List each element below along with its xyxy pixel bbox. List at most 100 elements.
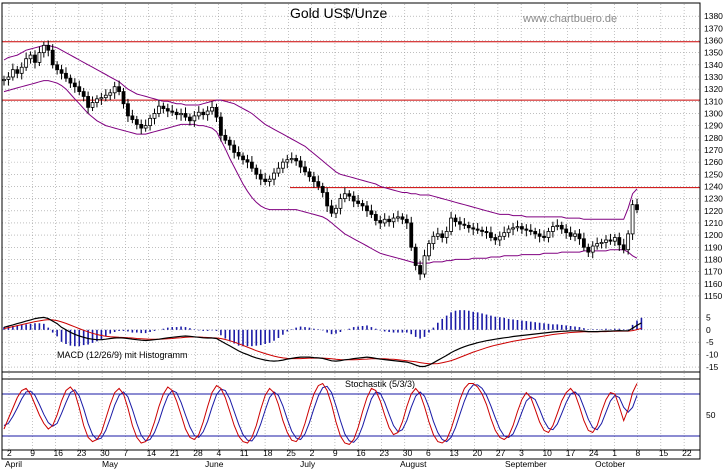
candle-body — [533, 231, 538, 235]
candle-body — [196, 111, 201, 117]
candle-body — [134, 119, 139, 125]
candle-body — [550, 226, 555, 232]
x-month-label: September — [505, 459, 547, 469]
candle-body — [338, 198, 343, 209]
x-day-label: 21 — [170, 448, 180, 458]
candle-body — [276, 167, 281, 174]
candle-body — [179, 113, 183, 116]
candle-body — [59, 69, 64, 74]
price-tick-label: 1180 — [704, 254, 723, 264]
candle-body — [489, 232, 493, 238]
price-tick-label: 1230 — [704, 194, 723, 204]
candle-body — [409, 222, 414, 248]
candle-body — [6, 76, 11, 80]
x-day-label: 8 — [636, 448, 641, 458]
price-tick-label: 1360 — [704, 35, 723, 45]
price-tick-label: 1370 — [704, 23, 723, 33]
candle-body — [210, 106, 214, 112]
candle-body — [205, 110, 210, 116]
candle-body — [621, 244, 626, 251]
price-tick-label: 1200 — [704, 230, 723, 240]
price-tick-label: 1170 — [704, 267, 723, 277]
x-day-label: 15 — [659, 448, 669, 458]
candle-body — [165, 108, 170, 112]
candle-body — [462, 223, 467, 226]
candle-body — [263, 178, 268, 182]
candle-body — [449, 217, 453, 232]
candle-body — [568, 232, 573, 237]
candle-body — [311, 176, 316, 182]
price-tick-label: 1190 — [704, 242, 723, 252]
candle-body — [103, 94, 108, 99]
chart-title: Gold US$/Unze — [290, 5, 387, 21]
price-tick-label: 1240 — [704, 181, 723, 191]
candle-body — [81, 91, 86, 97]
candle-body — [515, 226, 520, 229]
candle-body — [360, 203, 365, 207]
x-day-label: 9 — [333, 448, 338, 458]
candle-body — [422, 255, 427, 275]
candle-body — [365, 205, 369, 212]
candle-body — [329, 205, 334, 214]
price-tick-label: 1330 — [704, 72, 723, 82]
candle-body — [506, 228, 511, 234]
candle-body — [391, 217, 396, 223]
candle-body — [294, 158, 299, 162]
x-day-label: 7 — [123, 448, 128, 458]
candle-body — [227, 139, 232, 146]
x-month-label: July — [300, 459, 316, 469]
candle-body — [440, 233, 445, 238]
candle-body — [493, 237, 498, 241]
candle-body — [612, 237, 617, 242]
candle-body — [37, 52, 42, 63]
candle-body — [219, 116, 223, 136]
x-day-label: 22 — [682, 448, 692, 458]
candle-body — [590, 245, 595, 253]
candle-body — [214, 106, 219, 118]
candle-body — [413, 246, 418, 266]
candle-body — [307, 171, 312, 178]
candle-body — [77, 86, 82, 92]
price-tick-label: 1270 — [704, 145, 723, 155]
x-day-label: 28 — [193, 448, 203, 458]
macd-label: MACD (12/26/9) mit Histogramm — [57, 350, 188, 360]
candle-body — [435, 233, 440, 237]
candle-body — [396, 216, 400, 219]
x-month-label: April — [5, 459, 22, 469]
x-day-label: 10 — [542, 448, 552, 458]
watermark: www.chartbuero.de — [522, 13, 617, 25]
candle-body — [28, 54, 33, 60]
candle-body — [72, 82, 77, 88]
candle-body — [2, 79, 6, 82]
gold-chart: 1150116011701180119012001210122012301240… — [0, 0, 723, 469]
candle-body — [626, 233, 631, 251]
candle-body — [90, 102, 95, 108]
candle-body — [555, 224, 560, 227]
candle-body — [542, 235, 546, 238]
candle-body — [400, 216, 405, 220]
candle-body — [431, 235, 436, 245]
price-tick-label: 1310 — [704, 96, 723, 106]
price-tick-label: 1160 — [704, 279, 723, 289]
candle-body — [617, 237, 622, 246]
candle-body — [586, 246, 591, 253]
candle-body — [573, 233, 577, 237]
candle-body — [497, 235, 502, 241]
candle-body — [599, 241, 604, 245]
candle-body — [121, 91, 126, 105]
candle-body — [126, 103, 130, 117]
price-tick-label: 1290 — [704, 121, 723, 131]
candle-body — [108, 92, 113, 96]
x-day-label: 13 — [449, 448, 459, 458]
candle-body — [581, 238, 586, 248]
candle-body — [316, 181, 321, 187]
price-tick-label: 1300 — [704, 108, 723, 118]
candle-body — [254, 167, 259, 175]
candle-body — [95, 98, 99, 103]
candle-body — [511, 227, 515, 230]
x-month-label: October — [595, 459, 625, 469]
x-month-label: August — [400, 459, 427, 469]
x-day-label: 20 — [473, 448, 483, 458]
x-day-label: 4 — [217, 448, 222, 458]
candle-body — [280, 161, 285, 169]
